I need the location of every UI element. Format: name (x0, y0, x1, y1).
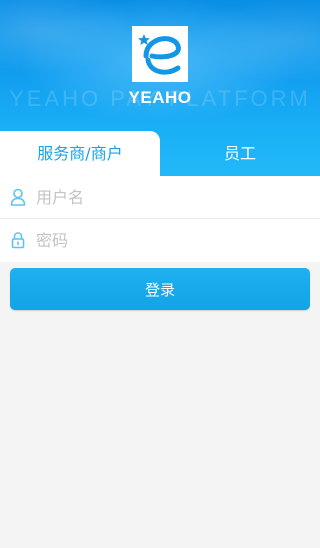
username-input[interactable] (36, 182, 306, 212)
password-field (0, 219, 320, 261)
tab-staff[interactable]: 员工 (160, 131, 320, 176)
header-banner: YEAHO PAY PLATFORM YEAHO 服务商/商户 员工 (0, 0, 320, 176)
yeaho-logo-icon (132, 26, 188, 82)
username-field (0, 176, 320, 219)
user-icon (10, 188, 26, 206)
login-screen: YEAHO PAY PLATFORM YEAHO 服务商/商户 员工 用户名 登… (0, 0, 320, 548)
role-tabs: 服务商/商户 员工 (0, 131, 320, 176)
tab-merchant[interactable]: 服务商/商户 (0, 131, 160, 176)
login-form (0, 176, 320, 262)
lock-icon (11, 232, 25, 249)
logo-text: YEAHO (128, 88, 192, 107)
password-input[interactable] (36, 225, 306, 255)
login-button[interactable]: 登录 (10, 268, 310, 310)
